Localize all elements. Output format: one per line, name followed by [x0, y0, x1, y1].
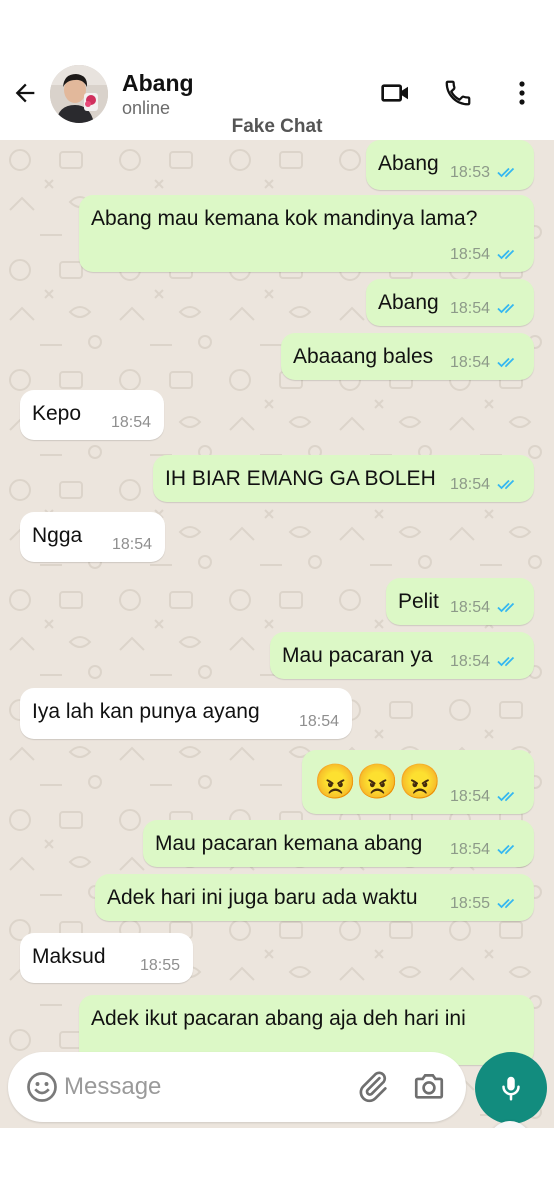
message-text: Abaaang bales	[293, 345, 434, 368]
message-time: 18:54	[449, 653, 490, 670]
outgoing-message-bubble[interactable]: IH BIAR EMANG GA BOLEH 18:54	[153, 455, 534, 502]
message-text: Ngga	[32, 524, 83, 547]
paperclip-icon[interactable]	[356, 1069, 392, 1105]
message-text: Maksud	[32, 945, 106, 968]
message-time: 18:54	[449, 300, 490, 317]
message-text: Adek ikut pacaran abang aja deh hari ini	[91, 1007, 466, 1030]
outgoing-message-bubble[interactable]: Abang 18:53	[366, 140, 534, 190]
message-time: 18:54	[449, 354, 490, 371]
read-ticks-icon	[497, 247, 521, 261]
incoming-message-bubble[interactable]: Maksud 18:55	[20, 933, 193, 983]
message-time: 18:54	[110, 414, 151, 431]
contact-name[interactable]: Abang	[122, 70, 194, 97]
phone-icon[interactable]	[440, 75, 476, 111]
incoming-message-bubble[interactable]: Kepo 18:54	[20, 390, 164, 440]
outgoing-message-bubble[interactable]: Abang mau kemana kok mandinya lama? 18:54	[79, 195, 534, 272]
camera-icon[interactable]	[412, 1069, 448, 1105]
read-ticks-icon	[497, 477, 521, 491]
message-text: Abang	[378, 291, 439, 314]
read-ticks-icon	[497, 355, 521, 369]
outgoing-message-bubble[interactable]: Pelit 18:54	[386, 578, 534, 625]
message-input[interactable]	[64, 1068, 344, 1106]
outgoing-message-bubble[interactable]: 😠😠😠 18:54	[302, 750, 534, 814]
message-time: 18:54	[111, 536, 152, 553]
read-ticks-icon	[497, 600, 521, 614]
message-time: 18:54	[449, 476, 490, 493]
watermark-label: Fake Chat	[231, 116, 323, 137]
message-time: 18:54	[449, 599, 490, 616]
message-time: 18:53	[449, 164, 490, 181]
message-composer	[8, 1052, 466, 1122]
read-ticks-icon	[497, 789, 521, 803]
message-time: 18:54	[449, 246, 490, 263]
message-text: Mau pacaran kemana abang	[155, 832, 423, 855]
emoji-icon[interactable]	[24, 1069, 60, 1105]
message-time: 18:55	[449, 895, 490, 912]
message-text: Abang mau kemana kok mandinya lama?	[91, 207, 478, 230]
outgoing-message-bubble[interactable]: Mau pacaran ya 18:54	[270, 632, 534, 679]
read-ticks-icon	[497, 165, 521, 179]
read-ticks-icon	[497, 654, 521, 668]
message-time: 18:54	[298, 713, 339, 730]
message-time: 18:54	[449, 788, 490, 805]
message-text: Abang	[378, 152, 439, 175]
outgoing-message-bubble[interactable]: Mau pacaran kemana abang 18:54	[143, 820, 534, 867]
outgoing-message-bubble[interactable]: Abang 18:54	[366, 279, 534, 326]
message-time: 18:55	[139, 957, 180, 974]
message-text: Mau pacaran ya	[282, 644, 433, 667]
chat-area[interactable]: Abang 18:53 Abang mau kemana kok mandinya …	[0, 140, 554, 1128]
read-ticks-icon	[497, 842, 521, 856]
status-bar-area	[0, 0, 554, 62]
read-ticks-icon	[497, 301, 521, 315]
message-text: Iya lah kan punya ayang	[32, 700, 260, 723]
microphone-icon	[502, 1076, 520, 1101]
message-time: 18:54	[449, 841, 490, 858]
video-call-icon[interactable]	[378, 75, 414, 111]
back-arrow-icon[interactable]	[8, 76, 42, 110]
read-ticks-icon	[497, 896, 521, 910]
outgoing-message-bubble[interactable]: Adek hari ini juga baru ada waktu 18:55	[95, 874, 534, 921]
more-options-icon[interactable]	[504, 75, 540, 111]
incoming-message-bubble[interactable]: Ngga 18:54	[20, 512, 165, 562]
microphone-button[interactable]	[475, 1052, 547, 1124]
message-text: Pelit	[398, 590, 439, 613]
message-text: Adek hari ini juga baru ada waktu	[107, 886, 418, 909]
message-text: IH BIAR EMANG GA BOLEH	[165, 467, 436, 490]
avatar[interactable]	[50, 65, 108, 123]
message-text: 😠😠😠	[314, 763, 442, 801]
chat-header: Abang online Fake Chat	[0, 62, 554, 140]
message-text: Kepo	[32, 402, 82, 425]
outgoing-message-bubble[interactable]: Abaaang bales 18:54	[281, 333, 534, 380]
incoming-message-bubble[interactable]: Iya lah kan punya ayang 18:54	[20, 688, 352, 739]
